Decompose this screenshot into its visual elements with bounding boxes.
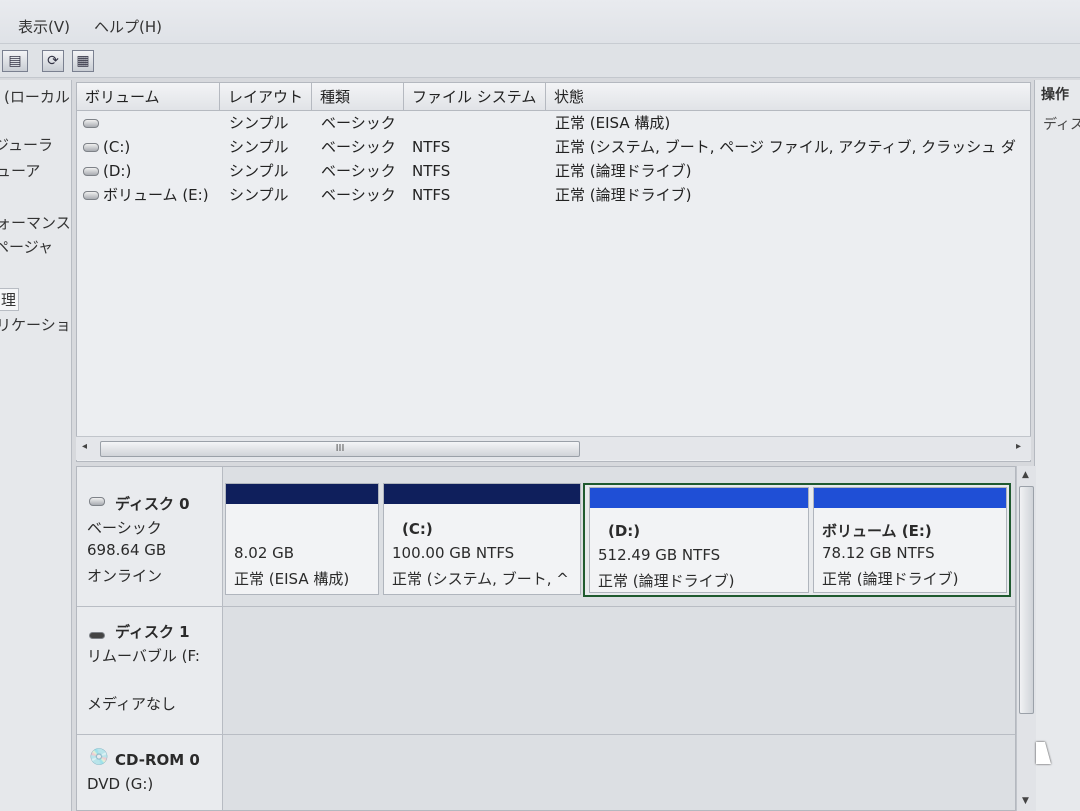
scroll-left-arrow-icon[interactable]: ◂ bbox=[82, 441, 87, 452]
scroll-right-arrow-icon[interactable]: ▸ bbox=[1016, 441, 1021, 452]
partition-e[interactable]: ボリューム (E:) 78.12 GB NTFS 正常 (論理ドライブ) bbox=[813, 487, 1007, 593]
volume-layout: シンプル bbox=[229, 162, 289, 180]
partition-bar bbox=[590, 488, 808, 508]
volume-type: ベーシック bbox=[321, 186, 396, 204]
disk-size: 698.64 GB bbox=[87, 541, 167, 559]
volume-layout: シンプル bbox=[229, 138, 289, 156]
menu-view[interactable]: 表示(V) bbox=[18, 16, 70, 37]
volume-type: ベーシック bbox=[321, 162, 396, 180]
tree-item-scheduler[interactable]: ジューラ bbox=[0, 134, 53, 155]
partition-bar bbox=[814, 488, 1006, 508]
volume-layout: シンプル bbox=[229, 114, 289, 132]
disk-state: オンライン bbox=[87, 567, 163, 585]
volume-filesystem: NTFS bbox=[412, 162, 451, 180]
tree-item-local[interactable]: (ローカル bbox=[4, 86, 70, 107]
menu-help[interactable]: ヘルプ(H) bbox=[94, 16, 162, 37]
disk-label[interactable]: 💿 CD-ROM 0 DVD (G:) bbox=[77, 735, 223, 810]
view-icon[interactable]: ▤ bbox=[2, 50, 28, 72]
removable-disk-icon bbox=[89, 625, 109, 644]
volume-icon bbox=[83, 167, 99, 176]
volume-icon bbox=[83, 143, 99, 152]
actions-header: 操作 bbox=[1041, 87, 1069, 103]
toolbar: ▤ ⟳ ▦ bbox=[0, 44, 1080, 78]
partition-label: (C:) bbox=[402, 520, 433, 538]
menu-bar: 表示(V) ヘルプ(H) bbox=[0, 0, 1080, 44]
column-header-layout[interactable]: レイアウト bbox=[220, 83, 312, 111]
column-header-volume[interactable]: ボリューム bbox=[77, 83, 220, 111]
volume-type: ベーシック bbox=[321, 114, 396, 132]
disk-type: DVD (G:) bbox=[87, 775, 154, 793]
disk-view-vscrollbar[interactable]: ▲ ▼ bbox=[1016, 466, 1036, 811]
volume-list-hscrollbar[interactable]: ◂ III ▸ bbox=[76, 436, 1031, 460]
partition-label: (D:) bbox=[608, 522, 641, 540]
disk-label[interactable]: ディスク 0 ベーシック 698.64 GB オンライン bbox=[77, 467, 223, 606]
partition-c[interactable]: (C:) 100.00 GB NTFS 正常 (システム, ブート, ^ bbox=[383, 483, 581, 595]
table-row[interactable]: (D:) シンプル ベーシック NTFS 正常 (論理ドライブ) bbox=[77, 159, 1030, 183]
console-tree: (ローカル ジューラ ューア ォーマンス ページャ 理 リケーショ bbox=[0, 80, 72, 811]
column-header-status[interactable]: 状態 bbox=[546, 83, 1030, 111]
partition-bar bbox=[384, 484, 580, 504]
refresh-icon[interactable]: ⟳ bbox=[42, 50, 64, 72]
volume-status: 正常 (論理ドライブ) bbox=[555, 162, 692, 180]
partition-bar bbox=[226, 484, 378, 504]
partition-size: 512.49 GB NTFS bbox=[598, 546, 721, 564]
properties-icon[interactable]: ▦ bbox=[72, 50, 94, 72]
volume-name: ボリューム (E:) bbox=[103, 186, 209, 204]
tree-item-viewer[interactable]: ューア bbox=[0, 160, 40, 181]
partition-size: 78.12 GB NTFS bbox=[822, 544, 935, 562]
column-header-type[interactable]: 種類 bbox=[312, 83, 404, 111]
extended-partition: (D:) 512.49 GB NTFS 正常 (論理ドライブ) ボリューム (E… bbox=[583, 483, 1011, 597]
hscroll-thumb[interactable]: III bbox=[100, 441, 580, 457]
disk-row: ディスク 0 ベーシック 698.64 GB オンライン 8.02 GB 正常 … bbox=[77, 467, 1015, 607]
partition-status: 正常 (EISA 構成) bbox=[234, 570, 350, 588]
volume-name: (C:) bbox=[103, 138, 131, 156]
volume-type: ベーシック bbox=[321, 138, 396, 156]
volume-filesystem: NTFS bbox=[412, 138, 451, 156]
scroll-down-arrow-icon[interactable]: ▼ bbox=[1022, 796, 1029, 806]
actions-pane: 操作 ディス bbox=[1034, 80, 1080, 811]
disk-row: 💿 CD-ROM 0 DVD (G:) bbox=[77, 735, 1015, 810]
volume-filesystem: NTFS bbox=[412, 186, 451, 204]
partition-size: 100.00 GB NTFS bbox=[392, 544, 515, 562]
partition-d[interactable]: (D:) 512.49 GB NTFS 正常 (論理ドライブ) bbox=[589, 487, 809, 593]
table-row[interactable]: ボリューム (E:) シンプル ベーシック NTFS 正常 (論理ドライブ) bbox=[77, 183, 1030, 207]
volume-status: 正常 (システム, ブート, ページ ファイル, アクティブ, クラッシュ ダ bbox=[555, 138, 1016, 156]
volume-status: 正常 (EISA 構成) bbox=[555, 114, 671, 132]
partition-eisa[interactable]: 8.02 GB 正常 (EISA 構成) bbox=[225, 483, 379, 595]
volume-list: ボリューム レイアウト 種類 ファイル システム 状態 シンプル ベーシック 正… bbox=[76, 82, 1031, 462]
cdrom-icon: 💿 bbox=[89, 747, 109, 766]
column-header-filesystem[interactable]: ファイル システム bbox=[404, 83, 546, 111]
partition-status: 正常 (システム, ブート, ^ bbox=[392, 570, 569, 588]
tree-item-performance[interactable]: ォーマンス bbox=[0, 212, 71, 233]
volume-layout: シンプル bbox=[229, 186, 289, 204]
tree-item-applications[interactable]: リケーショ bbox=[0, 314, 71, 335]
partition-label: ボリューム (E:) bbox=[822, 522, 932, 540]
actions-item-disk-management[interactable]: ディス bbox=[1043, 114, 1080, 134]
table-row[interactable]: (C:) シンプル ベーシック NTFS 正常 (システム, ブート, ページ … bbox=[77, 135, 1030, 159]
volume-status: 正常 (論理ドライブ) bbox=[555, 186, 692, 204]
partition-status: 正常 (論理ドライブ) bbox=[822, 570, 959, 588]
tree-item-disk-management[interactable]: 理 bbox=[0, 288, 20, 311]
volume-icon bbox=[83, 119, 99, 128]
partition-status: 正常 (論理ドライブ) bbox=[598, 572, 735, 590]
disk-row: ディスク 1 リムーバブル (F: メディアなし bbox=[77, 607, 1015, 735]
vscroll-thumb[interactable] bbox=[1019, 486, 1034, 714]
disk-name: CD-ROM 0 bbox=[115, 751, 200, 769]
volume-icon bbox=[83, 191, 99, 200]
disk-type: リムーバブル (F: bbox=[87, 647, 200, 665]
disk-name: ディスク 1 bbox=[115, 623, 190, 641]
partition-size: 8.02 GB bbox=[234, 544, 295, 562]
disk-type: ベーシック bbox=[87, 519, 162, 537]
tree-item-device-manager[interactable]: ページャ bbox=[0, 236, 53, 257]
disk-state: メディアなし bbox=[87, 695, 176, 713]
disk-name: ディスク 0 bbox=[115, 495, 190, 513]
table-row[interactable]: シンプル ベーシック 正常 (EISA 構成) bbox=[77, 111, 1030, 135]
disk-label[interactable]: ディスク 1 リムーバブル (F: メディアなし bbox=[77, 607, 223, 734]
volume-name: (D:) bbox=[103, 162, 132, 180]
disk-icon bbox=[89, 491, 109, 510]
mouse-cursor-icon bbox=[1036, 742, 1051, 764]
scroll-up-arrow-icon[interactable]: ▲ bbox=[1022, 470, 1029, 480]
disk-graphical-view: ディスク 0 ベーシック 698.64 GB オンライン 8.02 GB 正常 … bbox=[76, 466, 1016, 811]
